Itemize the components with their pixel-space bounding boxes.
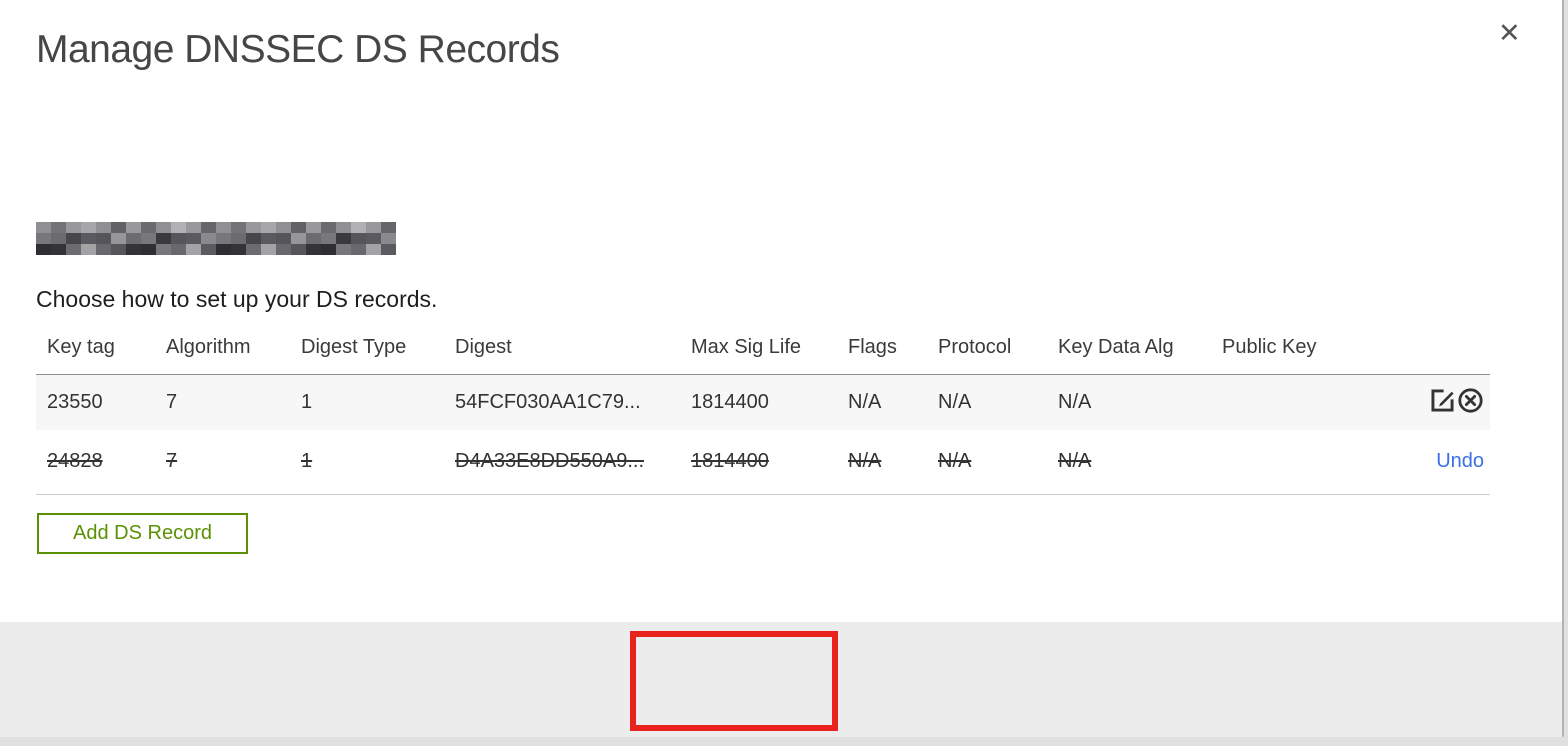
edit-icon[interactable]	[1429, 387, 1456, 417]
page-title: Manage DNSSEC DS Records	[36, 28, 560, 71]
cell-key-tag: 23550	[47, 390, 103, 413]
cell-flags: N/A	[848, 390, 882, 413]
cell-public-key	[1211, 430, 1386, 495]
cell-max-sig-life: 1814400	[691, 390, 769, 413]
cell-algorithm: 7	[166, 450, 178, 473]
column-header: Digest	[444, 326, 680, 375]
cell-max-sig-life: 1814400	[691, 450, 769, 473]
column-header: Protocol	[927, 326, 1047, 375]
delete-icon[interactable]	[1457, 387, 1484, 417]
footer-bar: Save Cancel	[0, 622, 1562, 737]
column-header: Digest Type	[290, 326, 444, 375]
table-header-row: Key tag Algorithm Digest Type Digest Max Sig…	[36, 326, 1490, 375]
column-header: Flags	[837, 326, 927, 375]
close-icon[interactable]: ✕	[1498, 18, 1521, 49]
cell-digest-type: 1	[301, 390, 313, 413]
ds-record-row: 24828 7 1 D4A33E8DD550A9... 1814400 N/A N/A N/A…	[36, 429, 1490, 495]
domain-name-redacted	[36, 222, 396, 255]
cell-public-key	[1211, 375, 1386, 430]
cell-key-data-alg: N/A	[1058, 390, 1092, 413]
ds-records-table: Key tag Algorithm Digest Type Digest Max Sig…	[36, 326, 1490, 495]
column-header: Key Data Alg	[1047, 326, 1211, 375]
cell-digest: 54FCF030AA1C79...	[455, 390, 641, 413]
cell-protocol: N/A	[938, 450, 972, 473]
cell-key-data-alg: N/A	[1058, 450, 1092, 473]
column-header: Public Key	[1211, 326, 1386, 375]
column-header-actions	[1386, 326, 1490, 375]
undo-link[interactable]: Undo	[1436, 450, 1484, 472]
cell-digest-type: 1	[301, 450, 313, 473]
cell-actions: Undo	[1386, 430, 1490, 495]
column-header: Algorithm	[155, 326, 290, 375]
cell-algorithm: 7	[166, 390, 178, 413]
cell-actions	[1386, 375, 1490, 430]
column-header: Max Sig Life	[680, 326, 837, 375]
cell-protocol: N/A	[938, 390, 972, 413]
cell-key-tag: 24828	[47, 450, 103, 473]
dnssec-modal: Manage DNSSEC DS Records ✕ Choose how to…	[0, 0, 1564, 737]
add-ds-record-button[interactable]: Add DS Record	[37, 513, 248, 554]
column-header: Key tag	[36, 326, 155, 375]
ds-record-row: 23550 7 1 54FCF030AA1C79... 1814400 N/A N/A N/A	[36, 374, 1490, 430]
cell-digest: D4A33E8DD550A9...	[455, 450, 645, 473]
instruction-text: Choose how to set up your DS records.	[36, 286, 438, 312]
cell-flags: N/A	[848, 450, 882, 473]
